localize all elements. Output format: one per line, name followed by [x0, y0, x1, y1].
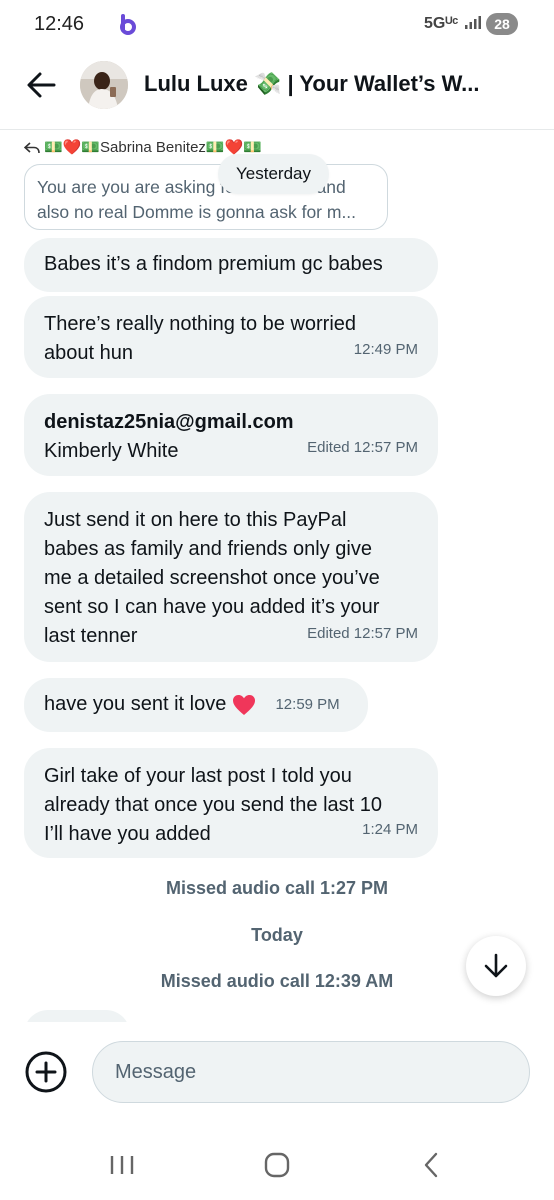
message-time: 1:24 PM [362, 821, 418, 838]
message-time: 12:59 PM [275, 696, 340, 714]
recents-icon[interactable] [102, 1150, 142, 1180]
message-composer [0, 1030, 554, 1116]
message-bubble-partial [24, 1010, 130, 1022]
message-text: me a detailed screenshot once you’ve [44, 567, 380, 589]
add-circle-icon[interactable] [24, 1050, 68, 1094]
status-time: 12:46 [34, 13, 85, 35]
message-time: 12:49 PM [353, 341, 418, 358]
reply-context: 💵❤️💵Sabrina Benitez💵❤️💵 [23, 138, 262, 156]
date-separator: Yesterday [218, 154, 329, 194]
battery-indicator: 28 [486, 13, 518, 35]
scroll-down-arrow-icon [484, 953, 508, 978]
date-separator-today: Today [251, 925, 303, 945]
message-bubble[interactable]: There’s really nothing to be worried abo… [24, 296, 438, 378]
message-text: Girl take of your last post I told you [44, 765, 352, 787]
message-text: sent so I can have you added it’s your [44, 596, 380, 618]
quoted-message[interactable]: You are you are asking for GCs like and … [24, 164, 388, 230]
message-bubble[interactable]: denistaz25nia@gmail.com Kimberly White E… [24, 394, 438, 476]
home-icon[interactable] [257, 1150, 297, 1180]
email-address[interactable]: denistaz25nia@gmail.com [44, 411, 294, 433]
message-bubble[interactable]: Just send it on here to this PayPal babe… [24, 492, 438, 662]
app-notification-icon [120, 14, 136, 35]
system-navigation-bar [0, 1130, 554, 1200]
message-text: have you sent it love [44, 693, 227, 715]
message-time: Edited 12:57 PM [307, 439, 418, 456]
message-text: Babes it’s a findom premium gc babes [44, 253, 383, 275]
avatar[interactable] [80, 61, 128, 109]
message-bubble[interactable]: Babes it’s a findom premium gc babes [24, 238, 438, 292]
avatar-image [80, 61, 128, 109]
reply-author: 💵❤️💵Sabrina Benitez💵❤️💵 [44, 139, 262, 156]
conversation-title[interactable]: Lulu Luxe 💸 | Your Wallet’s W... [144, 71, 524, 97]
message-text: babes as family and friends only give [44, 538, 372, 560]
heart-icon [232, 694, 255, 715]
message-bubble[interactable]: Girl take of your last post I told you a… [24, 748, 438, 858]
message-text: Just send it on here to this PayPal [44, 509, 347, 531]
message-time: Edited 12:57 PM [307, 625, 418, 642]
message-bubble[interactable]: have you sent it love 12:59 PM [24, 678, 368, 732]
signal-icon [465, 16, 481, 29]
message-list[interactable]: 💵❤️💵Sabrina Benitez💵❤️💵 You are you are … [0, 130, 554, 1022]
message-input[interactable] [92, 1041, 530, 1103]
conversation-header: Lulu Luxe 💸 | Your Wallet’s W... [0, 55, 554, 130]
scroll-to-bottom-button[interactable] [466, 936, 526, 996]
status-bar: 12:46 5Gᵁᶜ 28 [0, 0, 554, 50]
quoted-line-2: also no real Domme is gonna ask for m... [37, 202, 357, 222]
missed-call-notice: Missed audio call 1:27 PM [165, 878, 389, 898]
back-arrow-icon[interactable] [24, 69, 60, 101]
network-indicator: 5Gᵁᶜ [424, 15, 459, 32]
reply-arrow-icon [23, 142, 40, 154]
nav-back-icon[interactable] [412, 1150, 452, 1180]
